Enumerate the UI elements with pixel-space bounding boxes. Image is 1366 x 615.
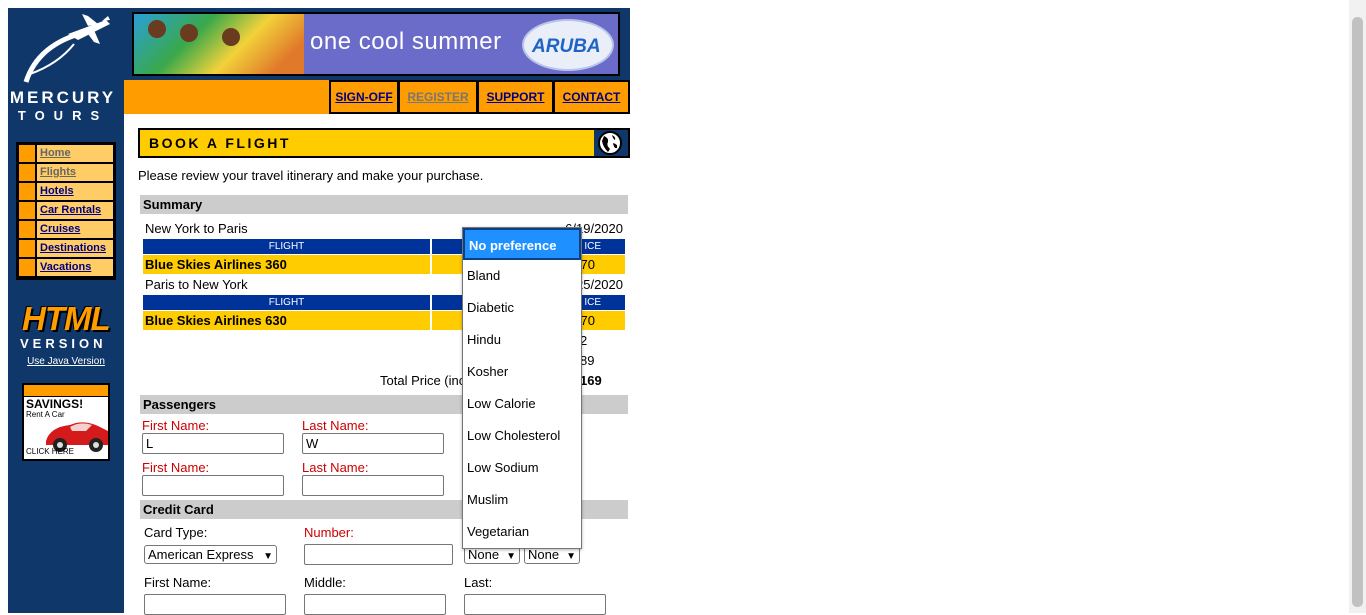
meal-option-no-preference[interactable]: No preference [463, 228, 581, 260]
side-nav-hotels-link[interactable]: Hotels [40, 185, 74, 197]
cc-middle-name-label: Middle: [304, 575, 346, 590]
p1-last-label: Last Name: [302, 418, 369, 433]
side-nav-flights[interactable]: Flights [19, 164, 113, 181]
side-nav: Home Flights Hotels Car Rentals Cruises … [16, 142, 116, 280]
p2-last-name-input[interactable] [302, 475, 444, 496]
mercury-tours-logo[interactable]: MERCURY TOURS [8, 14, 118, 124]
side-nav-home-link[interactable]: Home [40, 147, 71, 159]
cc-middle-name-input[interactable] [304, 594, 446, 615]
meal-option-diabetic[interactable]: Diabetic [463, 293, 581, 323]
meal-option-vegetarian[interactable]: Vegetarian [463, 517, 581, 547]
savings-cta: CLICK HERE [26, 447, 75, 456]
cc-first-name-label: First Name: [144, 575, 212, 590]
side-nav-destinations[interactable]: Destinations [19, 240, 113, 257]
p1-first-name-input[interactable]: L [142, 433, 284, 454]
banner-photo [134, 14, 304, 74]
html-version-sub: VERSION [20, 336, 107, 351]
sign-off-link[interactable]: SIGN-OFF [335, 90, 392, 104]
leg1-flight-col-header: FLIGHT [143, 239, 430, 254]
meal-option-kosher[interactable]: Kosher [463, 357, 581, 387]
exp-month-value: None [468, 547, 500, 562]
card-number-input[interactable] [304, 544, 453, 565]
promo-banner[interactable]: one cool summer ARUBA [132, 12, 620, 76]
cc-last-name-input[interactable] [464, 594, 606, 615]
total-price-label: Total Price (inc [380, 373, 466, 388]
leg1-flight: Blue Skies Airlines 360 [143, 255, 430, 274]
meal-option-hindu[interactable]: Hindu [463, 325, 581, 355]
html-version-badge: HTML VERSION [16, 298, 116, 354]
side-nav-destinations-link[interactable]: Destinations [40, 242, 106, 254]
use-java-version-link[interactable]: Use Java Version [8, 356, 124, 367]
top-nav-sign-off[interactable]: SIGN-OFF [329, 80, 399, 114]
logo-line1: MERCURY [9, 88, 117, 107]
summary-section-title: Summary [140, 195, 628, 214]
side-nav-car-rentals-link[interactable]: Car Rentals [40, 204, 101, 216]
meal-option-low-cholesterol[interactable]: Low Cholesterol [463, 421, 581, 451]
top-nav-support[interactable]: SUPPORT [477, 80, 554, 114]
globe-icon [594, 130, 628, 156]
side-nav-home[interactable]: Home [19, 145, 113, 162]
savings-ad[interactable]: SAVINGS! Rent A Car CLICK HERE [22, 383, 110, 461]
meal-preference-dropdown[interactable]: No preference Bland Diabetic Hindu Koshe… [462, 227, 582, 549]
p2-first-label: First Name: [142, 460, 210, 475]
html-version-big: HTML [22, 300, 111, 337]
cc-last-name-label: Last: [464, 575, 493, 590]
support-link[interactable]: SUPPORT [486, 90, 544, 104]
chevron-down-icon: ▼ [263, 551, 273, 562]
chevron-down-icon: ▼ [566, 551, 576, 562]
side-nav-flights-link[interactable]: Flights [40, 166, 76, 178]
cc-first-name-input[interactable] [144, 594, 286, 615]
book-flight-header: BOOK A FLIGHT [138, 128, 630, 158]
top-nav-register[interactable]: REGISTER [398, 80, 478, 114]
side-nav-cruises-link[interactable]: Cruises [40, 223, 80, 235]
airplane-icon [23, 14, 110, 83]
leg1-route: New York to Paris [145, 221, 248, 236]
logo-line2: TOURS [17, 108, 109, 123]
exp-year-value: None [528, 547, 560, 562]
side-nav-vacations[interactable]: Vacations [19, 259, 113, 276]
side-nav-cruises[interactable]: Cruises [19, 221, 113, 238]
register-link[interactable]: REGISTER [407, 90, 468, 104]
page-title: BOOK A FLIGHT [149, 135, 291, 151]
meal-option-bland[interactable]: Bland [463, 261, 581, 291]
p1-last-name-input[interactable]: W [302, 433, 444, 454]
banner-text: one cool summer [310, 28, 502, 55]
p1-first-label: First Name: [142, 418, 210, 433]
side-nav-vacations-link[interactable]: Vacations [40, 261, 91, 273]
aruba-text: ARUBA [532, 36, 601, 57]
side-nav-car-rentals[interactable]: Car Rentals [19, 202, 113, 219]
card-type-label: Card Type: [144, 525, 208, 540]
side-nav-hotels[interactable]: Hotels [19, 183, 113, 200]
leg2-flight-col-header: FLIGHT [143, 295, 430, 310]
card-type-select[interactable]: American Express ▼ [144, 545, 277, 564]
meal-option-low-calorie[interactable]: Low Calorie [463, 389, 581, 419]
card-number-label: Number: [304, 525, 354, 540]
taxes-value: 89 [580, 353, 595, 368]
card-type-value: American Express [148, 547, 254, 562]
contact-link[interactable]: CONTACT [563, 90, 621, 104]
p2-last-label: Last Name: [302, 460, 369, 475]
intro-text: Please review your travel itinerary and … [138, 168, 484, 183]
meal-option-low-sodium[interactable]: Low Sodium [463, 453, 581, 483]
page-scrollbar[interactable] [1349, 0, 1366, 613]
leg2-flight: Blue Skies Airlines 630 [143, 311, 430, 330]
p2-first-name-input[interactable] [142, 475, 284, 496]
chevron-down-icon: ▼ [506, 551, 516, 562]
scrollbar-thumb[interactable] [1352, 17, 1363, 607]
total-price-value: 169 [580, 373, 602, 388]
meal-option-muslim[interactable]: Muslim [463, 485, 581, 515]
top-nav-contact[interactable]: CONTACT [553, 80, 630, 114]
leg2-route: Paris to New York [145, 277, 248, 292]
